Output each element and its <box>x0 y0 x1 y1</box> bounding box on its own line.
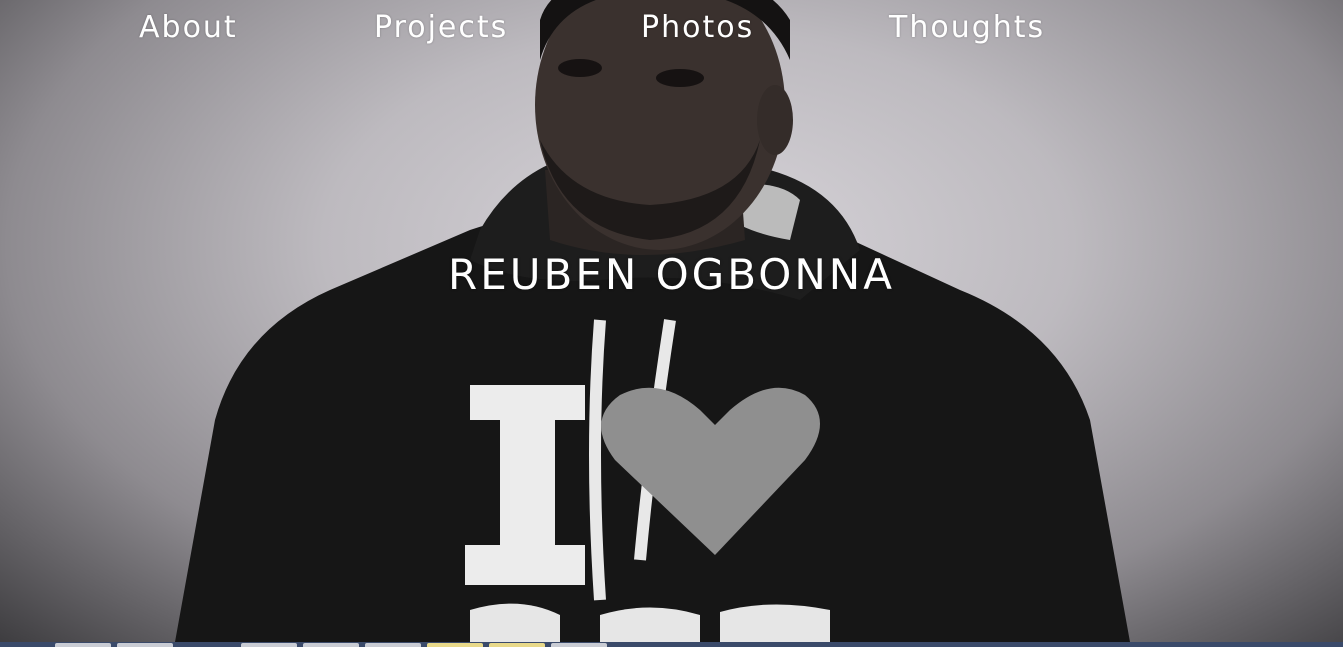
taskbar-item[interactable] <box>55 643 111 647</box>
hero-portrait-image <box>175 0 1130 642</box>
taskbar-item[interactable] <box>365 643 421 647</box>
site-title: REUBEN OGBONNA <box>448 250 895 299</box>
taskbar-item[interactable] <box>303 643 359 647</box>
taskbar-item[interactable] <box>241 643 297 647</box>
nav-photos-link[interactable]: Photos <box>641 10 754 45</box>
hero-section <box>0 0 1343 642</box>
main-nav: About Projects Photos Thoughts <box>0 10 1343 50</box>
nav-projects-link[interactable]: Projects <box>374 10 508 45</box>
nav-thoughts-link[interactable]: Thoughts <box>889 10 1045 45</box>
nav-about-link[interactable]: About <box>139 10 238 45</box>
taskbar-item[interactable] <box>551 643 607 647</box>
taskbar-item[interactable] <box>117 643 173 647</box>
os-taskbar <box>0 642 1343 647</box>
taskbar-item[interactable] <box>427 643 483 647</box>
taskbar-item[interactable] <box>489 643 545 647</box>
